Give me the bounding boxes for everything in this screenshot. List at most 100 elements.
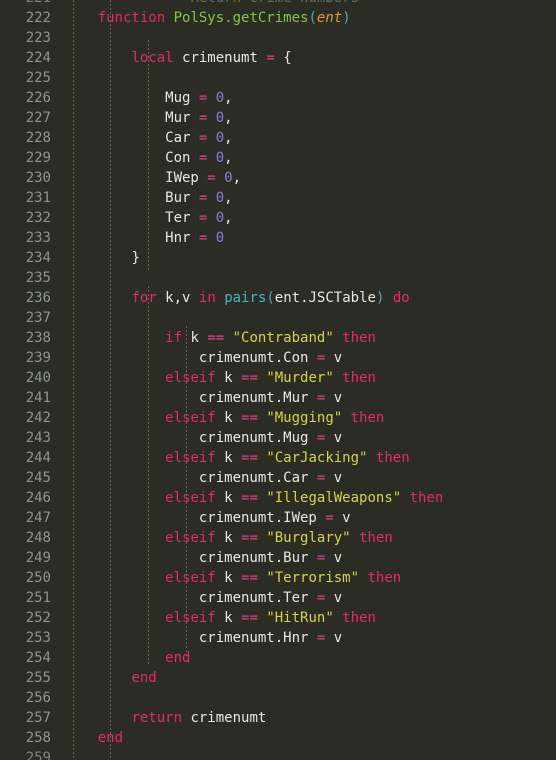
token-brc: } — [131, 250, 140, 266]
token-num: 0 — [215, 230, 225, 246]
code-line[interactable]: 241 crimenumt.Mur = v — [0, 388, 556, 408]
code-text[interactable]: crimenumt.IWep = v — [64, 508, 351, 528]
code-line[interactable]: 256 — [0, 688, 556, 708]
code-text[interactable]: crimenumt.Bur = v — [64, 548, 342, 568]
code-line[interactable]: 232 Ter = 0, — [0, 208, 556, 228]
code-text[interactable]: if k == "Contraband" then — [64, 328, 376, 348]
code-text[interactable]: Ter = 0, — [64, 208, 232, 228]
code-line[interactable]: 223 — [0, 28, 556, 48]
code-text[interactable]: } — [64, 248, 140, 268]
code-text[interactable]: Bur = 0, — [64, 188, 232, 208]
code-line[interactable]: 248 elseif k == "Burglary" then — [0, 528, 556, 548]
line-number: 243 — [25, 430, 51, 446]
code-text[interactable]: crimenumt.Car = v — [64, 468, 342, 488]
code-line[interactable]: 250 elseif k == "Terrorism" then — [0, 568, 556, 588]
code-line[interactable]: 249 crimenumt.Bur = v — [0, 548, 556, 568]
code-line[interactable]: 227 Mur = 0, — [0, 108, 556, 128]
code-line[interactable]: 243 crimenumt.Mug = v — [0, 428, 556, 448]
code-line[interactable]: 255 end — [0, 668, 556, 688]
code-line[interactable]: 251 crimenumt.Ter = v — [0, 588, 556, 608]
code-text[interactable]: crimenumt.Hnr = v — [64, 628, 342, 648]
code-text[interactable]: end — [64, 728, 123, 748]
code-text[interactable]: IWep = 0, — [64, 168, 241, 188]
code-line[interactable]: 233 Hnr = 0 — [0, 228, 556, 248]
token-kw: return — [131, 710, 183, 726]
code-line[interactable]: 253 crimenumt.Hnr = v — [0, 628, 556, 648]
code-text[interactable]: end — [64, 668, 156, 688]
code-text[interactable]: crimenumt.Ter = v — [64, 588, 342, 608]
code-line[interactable]: 225 — [0, 68, 556, 88]
code-line[interactable]: 228 Car = 0, — [0, 128, 556, 148]
code-text[interactable]: elseif k == "Mugging" then — [64, 408, 384, 428]
code-line[interactable]: 259 — [0, 748, 556, 760]
token-id: k — [215, 410, 242, 426]
code-text[interactable]: -- Return crime numbers — [64, 0, 359, 8]
code-line[interactable]: 245 crimenumt.Car = v — [0, 468, 556, 488]
code-line[interactable]: 226 Mug = 0, — [0, 88, 556, 108]
code-line[interactable]: 229 Con = 0, — [0, 148, 556, 168]
code-text[interactable]: crimenumt.Mur = v — [64, 388, 342, 408]
code-text[interactable]: function PolSys.getCrimes(ent) — [64, 8, 351, 28]
line-number: 235 — [25, 270, 51, 286]
line-number: 245 — [25, 470, 51, 486]
code-text[interactable]: elseif k == "Murder" then — [64, 368, 376, 388]
token-num: 0 — [215, 110, 225, 126]
code-text[interactable]: Mug = 0, — [64, 88, 232, 108]
token-id — [64, 330, 165, 346]
code-line[interactable]: 246 elseif k == "IllegalWeapons" then — [0, 488, 556, 508]
code-line[interactable]: 252 elseif k == "HitRun" then — [0, 608, 556, 628]
code-line[interactable]: 258 end — [0, 728, 556, 748]
code-text[interactable]: elseif k == "Terrorism" then — [64, 568, 401, 588]
token-op: = — [325, 510, 334, 526]
code-line[interactable]: 235 — [0, 268, 556, 288]
token-id — [165, 10, 173, 26]
token-id — [207, 110, 215, 126]
code-text[interactable]: for k,v in pairs(ent.JSCTable) do — [64, 288, 409, 308]
line-number: 221 — [0, 0, 51, 8]
code-text[interactable]: elseif k == "HitRun" then — [64, 608, 376, 628]
code-text[interactable]: elseif k == "IllegalWeapons" then — [64, 488, 443, 508]
code-line[interactable]: 231 Bur = 0, — [0, 188, 556, 208]
token-kw: function — [97, 10, 166, 26]
code-editor[interactable]: 221 -- Return crime numbers222 function … — [0, 0, 556, 760]
code-text[interactable]: Car = 0, — [64, 128, 232, 148]
code-line[interactable]: 257 return crimenumt — [0, 708, 556, 728]
token-kw: elseif — [165, 530, 216, 546]
code-text[interactable]: crimenumt.Mug = v — [64, 428, 342, 448]
token-id — [64, 530, 165, 546]
code-line[interactable]: 239 crimenumt.Con = v — [0, 348, 556, 368]
code-line[interactable]: 238 if k == "Contraband" then — [0, 328, 556, 348]
code-text[interactable]: elseif k == "Burglary" then — [64, 528, 393, 548]
code-line[interactable]: 222 function PolSys.getCrimes(ent) — [0, 8, 556, 28]
token-op: == — [241, 530, 258, 546]
token-id: crimenumt.Hnr — [64, 630, 317, 646]
code-text[interactable]: crimenumt.Con = v — [64, 348, 342, 368]
code-line[interactable]: 242 elseif k == "Mugging" then — [0, 408, 556, 428]
code-text[interactable]: local crimenumt = { — [64, 48, 291, 68]
code-text[interactable]: end — [64, 648, 190, 668]
code-line[interactable]: 240 elseif k == "Murder" then — [0, 368, 556, 388]
token-id: , — [232, 170, 242, 186]
code-text[interactable]: Con = 0, — [64, 148, 232, 168]
code-text[interactable]: Hnr = 0 — [64, 228, 224, 248]
code-line[interactable]: 237 — [0, 308, 556, 328]
code-text[interactable]: Mur = 0, — [64, 108, 232, 128]
token-id: v — [325, 550, 343, 566]
token-id: crimenumt.Con — [64, 350, 317, 366]
token-bi: pairs — [224, 290, 267, 306]
code-line[interactable]: 224 local crimenumt = { — [0, 48, 556, 68]
token-op: == — [241, 570, 258, 586]
code-line[interactable]: 221 -- Return crime numbers — [0, 0, 556, 8]
token-kw: then — [375, 450, 410, 466]
token-num: 0 — [215, 210, 225, 226]
code-line[interactable]: 254 end — [0, 648, 556, 668]
code-text[interactable]: return crimenumt — [64, 708, 266, 728]
code-line[interactable]: 236 for k,v in pairs(ent.JSCTable) do — [0, 288, 556, 308]
code-line[interactable]: 244 elseif k == "CarJacking" then — [0, 448, 556, 468]
token-kw: then — [342, 330, 376, 346]
code-line[interactable]: 247 crimenumt.IWep = v — [0, 508, 556, 528]
code-line[interactable]: 230 IWep = 0, — [0, 168, 556, 188]
code-text[interactable]: elseif k == "CarJacking" then — [64, 448, 410, 468]
token-id — [334, 610, 342, 626]
code-line[interactable]: 234 } — [0, 248, 556, 268]
